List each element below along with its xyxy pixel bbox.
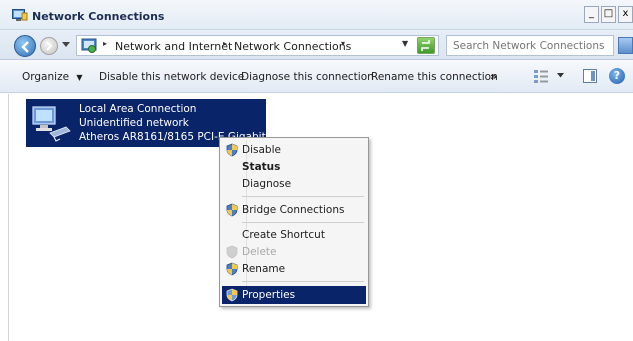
search-box[interactable]	[446, 35, 614, 56]
diagnose-connection-button[interactable]: Diagnose this connection	[241, 71, 374, 83]
refresh-button[interactable]	[417, 37, 435, 54]
menu-item-properties[interactable]: Properties	[222, 286, 366, 304]
refresh-icon	[421, 40, 430, 51]
recent-pages-dropdown-icon[interactable]	[62, 42, 70, 48]
maximize-button[interactable]: □	[601, 6, 616, 23]
address-bar: ▸ Network and Internet ▸ Network Connect…	[0, 30, 633, 60]
chevron-down-icon: ▼	[76, 73, 83, 82]
change-view-icon[interactable]	[533, 69, 549, 83]
connection-name: Local Area Connection	[79, 103, 197, 115]
more-commands-button[interactable]: »	[490, 70, 497, 83]
organize-button[interactable]: Organize ▼	[22, 71, 83, 83]
uac-shield-icon	[226, 143, 238, 157]
menu-item-rename[interactable]: Rename	[222, 260, 366, 278]
title-bar: Network Connections _ □ x	[0, 0, 633, 30]
menu-item-create-shortcut[interactable]: Create Shortcut	[222, 226, 366, 244]
menu-item-label: Rename	[242, 263, 286, 275]
uac-shield-icon	[226, 288, 238, 302]
organize-label: Organize	[22, 71, 70, 83]
rename-connection-button[interactable]: Rename this connection	[371, 71, 498, 83]
menu-item-delete: Delete	[222, 243, 366, 261]
address-box[interactable]: ▸ Network and Internet ▸ Network Connect…	[76, 35, 439, 56]
menu-item-label: Disable	[242, 144, 281, 156]
command-bar: Organize ▼ Disable this network device D…	[0, 60, 633, 93]
menu-item-label: Properties	[242, 289, 296, 301]
context-menu: Disable Status Diagnose Bridge Connectio…	[219, 137, 369, 307]
uac-shield-icon	[226, 203, 238, 217]
network-connections-icon	[12, 9, 28, 21]
minimize-button[interactable]: _	[584, 6, 599, 23]
menu-item-label: Bridge Connections	[242, 204, 345, 216]
connection-status: Unidentified network	[79, 117, 189, 129]
window-title: Network Connections	[32, 10, 165, 23]
menu-item-bridge-connections[interactable]: Bridge Connections	[222, 201, 366, 219]
address-history-dropdown-icon[interactable]: ▼	[402, 39, 408, 48]
forward-button[interactable]	[40, 37, 58, 55]
menu-separator	[242, 281, 364, 282]
uac-shield-icon	[226, 245, 238, 259]
menu-item-diagnose[interactable]: Diagnose	[222, 175, 366, 193]
menu-separator	[242, 222, 364, 223]
help-icon[interactable]: ?	[609, 68, 625, 84]
menu-item-label: Status	[242, 161, 281, 173]
menu-separator	[242, 196, 364, 197]
menu-item-label: Diagnose	[242, 178, 292, 190]
back-arrow-icon	[21, 41, 29, 53]
view-options-dropdown-icon[interactable]	[557, 73, 564, 78]
preview-pane-icon[interactable]	[583, 69, 597, 83]
search-icon[interactable]	[618, 37, 633, 54]
menu-item-label: Create Shortcut	[242, 229, 325, 241]
breadcrumb-network-connections[interactable]: Network Connections	[234, 40, 351, 53]
uac-shield-icon	[226, 262, 238, 276]
control-panel-icon	[81, 38, 97, 53]
menu-item-status[interactable]: Status	[222, 158, 366, 176]
content-divider	[8, 94, 9, 341]
menu-item-disable[interactable]: Disable	[222, 141, 366, 159]
breadcrumb-network-and-internet[interactable]: Network and Internet	[115, 40, 232, 53]
breadcrumb-separator-icon[interactable]: ▾	[341, 39, 345, 48]
disable-device-button[interactable]: Disable this network device	[99, 71, 244, 83]
menu-item-label: Delete	[242, 246, 277, 258]
breadcrumb-separator-icon[interactable]: ▸	[103, 39, 107, 48]
breadcrumb-separator-icon[interactable]: ▸	[223, 39, 227, 48]
back-button[interactable]	[14, 35, 36, 57]
search-input[interactable]	[447, 36, 613, 55]
network-adapter-icon	[32, 106, 71, 142]
close-button[interactable]: x	[618, 6, 633, 23]
forward-arrow-icon	[46, 41, 53, 51]
